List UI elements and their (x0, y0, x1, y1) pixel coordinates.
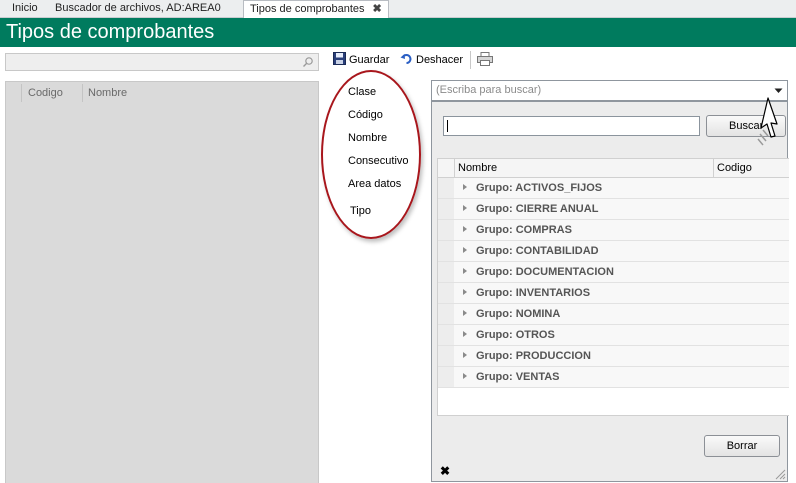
column-header-codigo[interactable]: Codigo (28, 85, 63, 101)
expand-arrow-icon[interactable] (463, 310, 467, 316)
row-indent (438, 262, 454, 282)
row-indent (438, 199, 454, 219)
records-grid[interactable]: Codigo Nombre (5, 81, 319, 483)
column-divider (21, 84, 22, 102)
group-row[interactable]: Grupo: ACTIVOS_FIJOS (438, 178, 789, 199)
close-icon[interactable]: ✖ (373, 3, 382, 15)
row-indent (438, 367, 454, 387)
group-row[interactable]: Grupo: INVENTARIOS (438, 283, 789, 304)
clase-combo[interactable]: (Escriba para buscar) (431, 80, 788, 101)
group-row[interactable]: Grupo: CIERRE ANUAL (438, 199, 789, 220)
undo-label: Deshacer (416, 54, 464, 66)
tab-buscador-archivos[interactable]: Buscador de archivos, AD:AREA0 (49, 0, 227, 17)
toolbar-divider (470, 51, 471, 69)
row-indent (438, 325, 454, 345)
save-button[interactable]: Guardar (333, 52, 389, 68)
group-row-label: Grupo: NOMINA (476, 308, 561, 320)
group-list-header: Nombre Codigo (438, 159, 789, 178)
column-header-nombre[interactable]: Nombre (458, 162, 497, 175)
page-title: Tipos de comprobantes (6, 21, 215, 43)
left-search-input[interactable] (5, 53, 319, 71)
close-icon[interactable]: ✖ (440, 464, 450, 478)
expand-arrow-icon[interactable] (463, 268, 467, 274)
group-row-label: Grupo: DOCUMENTACION (476, 266, 614, 278)
dropdown-popup: Buscar Nombre Codigo Grupo: ACTIVOS_FIJO… (431, 101, 789, 482)
undo-icon (400, 54, 412, 64)
group-row[interactable]: Grupo: NOMINA (438, 304, 789, 325)
clear-button-label: Borrar (726, 440, 758, 452)
group-row[interactable]: Grupo: VENTAS (438, 367, 789, 388)
tab-label: Buscador de archivos, AD:AREA0 (55, 2, 221, 14)
group-row[interactable]: Grupo: CONTABILIDAD (438, 241, 789, 262)
group-row-label: Grupo: VENTAS (476, 371, 560, 383)
expand-arrow-icon[interactable] (463, 205, 467, 211)
search-icon[interactable] (302, 56, 314, 68)
mouse-cursor-icon (757, 97, 778, 146)
tab-inicio[interactable]: Inicio (6, 0, 44, 17)
tab-label: Inicio (12, 2, 38, 14)
group-row-label: Grupo: ACTIVOS_FIJOS (476, 182, 603, 194)
combo-placeholder: (Escriba para buscar) (436, 84, 542, 96)
group-list[interactable]: Nombre Codigo Grupo: ACTIVOS_FIJOS Grupo… (437, 158, 789, 416)
row-indent (438, 178, 454, 198)
group-row[interactable]: Grupo: COMPRAS (438, 220, 789, 241)
expand-arrow-icon[interactable] (463, 226, 467, 232)
expand-arrow-icon[interactable] (463, 331, 467, 337)
group-row-label: Grupo: COMPRAS (476, 224, 572, 236)
group-row-label: Grupo: INVENTARIOS (476, 287, 591, 299)
row-indent (438, 304, 454, 324)
floppy-disk-icon (333, 52, 346, 65)
column-header-codigo[interactable]: Codigo (717, 162, 752, 175)
row-indent (438, 241, 454, 261)
column-divider (454, 159, 455, 178)
printer-icon (477, 52, 493, 66)
group-row-label: Grupo: CONTABILIDAD (476, 245, 599, 257)
dropdown-search-input[interactable] (443, 116, 700, 136)
group-row-label: Grupo: PRODUCCION (476, 350, 591, 362)
tab-label: Tipos de comprobantes (250, 3, 365, 15)
group-row-label: Grupo: CIERRE ANUAL (476, 203, 599, 215)
tab-tipos-comprobantes[interactable]: Tipos de comprobantes ✖ (243, 0, 389, 18)
expand-arrow-icon[interactable] (463, 247, 467, 253)
column-divider (82, 84, 83, 102)
row-indent (438, 220, 454, 240)
row-indent (438, 346, 454, 366)
page-header: Tipos de comprobantes (0, 18, 796, 47)
text-caret (447, 120, 448, 132)
undo-button[interactable]: Deshacer (400, 52, 463, 68)
group-row[interactable]: Grupo: DOCUMENTACION (438, 262, 789, 283)
print-button[interactable] (477, 52, 493, 68)
expand-arrow-icon[interactable] (463, 289, 467, 295)
row-indent (438, 283, 454, 303)
resize-grip-icon[interactable] (774, 468, 786, 480)
column-divider (713, 159, 714, 178)
clear-button[interactable]: Borrar (704, 435, 780, 457)
expand-arrow-icon[interactable] (463, 373, 467, 379)
group-row[interactable]: Grupo: PRODUCCION (438, 346, 789, 367)
tab-strip: Inicio Buscador de archivos, AD:AREA0 Ti… (0, 0, 796, 18)
expand-arrow-icon[interactable] (463, 352, 467, 358)
column-header-nombre[interactable]: Nombre (88, 85, 127, 101)
group-row-label: Grupo: OTROS (476, 329, 555, 341)
group-row[interactable]: Grupo: OTROS (438, 325, 789, 346)
save-label: Guardar (349, 54, 390, 66)
expand-arrow-icon[interactable] (463, 184, 467, 190)
annotation-ellipse (321, 70, 421, 239)
